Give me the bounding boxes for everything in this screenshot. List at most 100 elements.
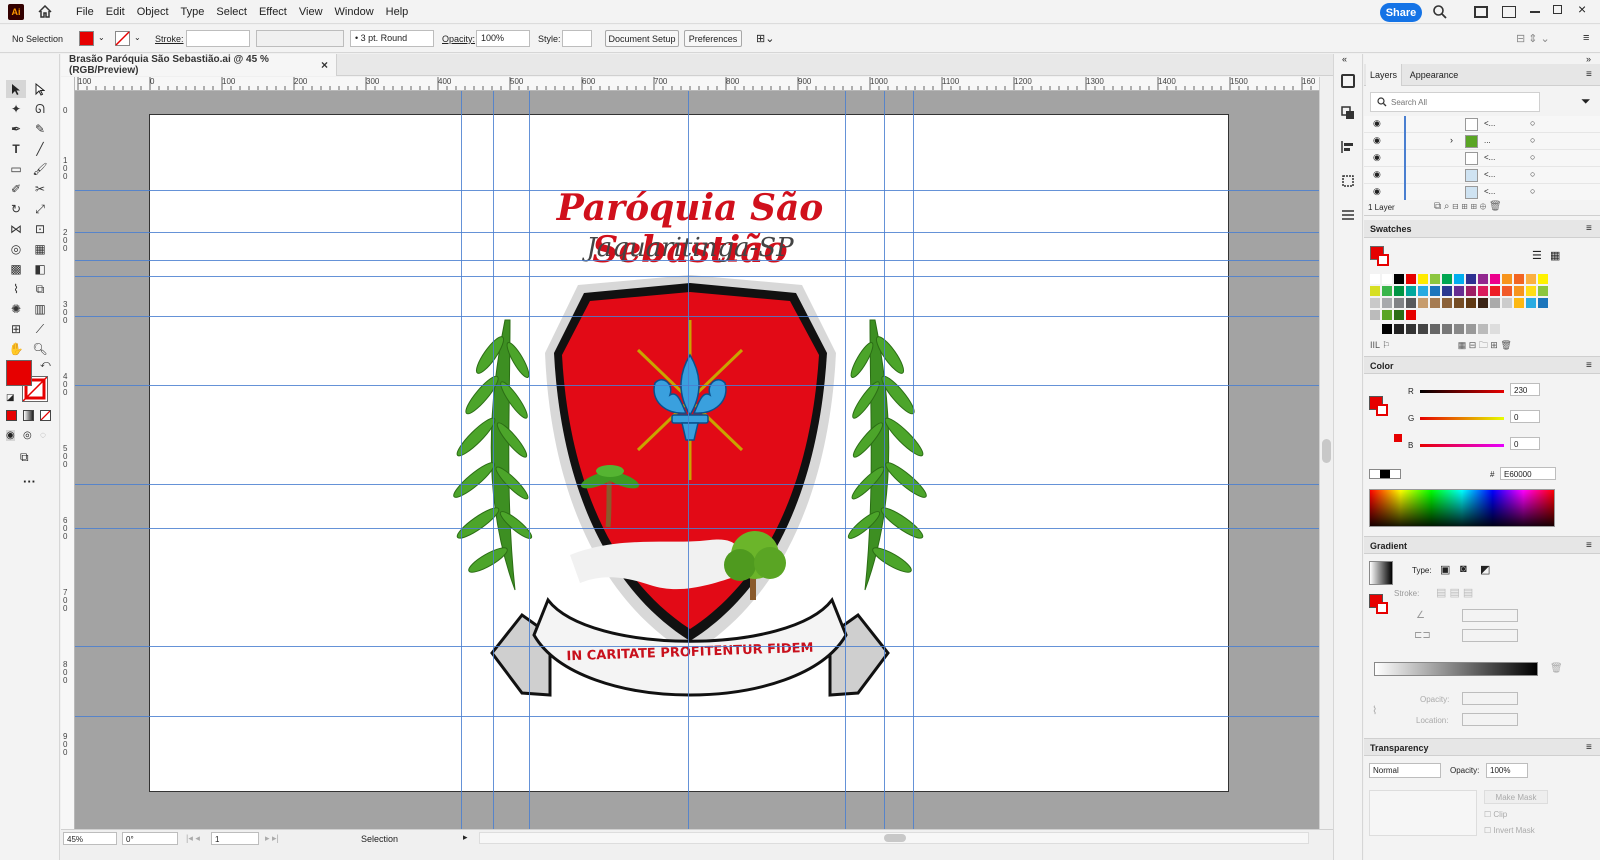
swatch[interactable] [1406,274,1416,284]
swatch[interactable] [1466,298,1476,308]
linear-gradient-icon[interactable]: ▣ [1440,563,1450,576]
gradient-preview[interactable] [1369,561,1393,585]
rotation-select[interactable]: 0° [122,832,178,845]
r-slider[interactable] [1420,390,1504,393]
document-setup-button[interactable]: Document Setup [605,30,679,47]
transparency-opacity-field[interactable]: 100% [1486,763,1528,778]
swatch[interactable] [1406,310,1416,320]
guide-vertical[interactable] [688,91,689,829]
blend-tool-icon[interactable]: ⧉ [30,280,50,298]
swatch[interactable] [1502,286,1512,296]
swatch[interactable] [1442,274,1452,284]
swatch[interactable] [1418,298,1428,308]
swatch[interactable] [1502,274,1512,284]
panel-menu-icon[interactable]: ≡ [1586,69,1592,80]
swatch[interactable] [1382,298,1392,308]
swatch[interactable] [1490,324,1500,334]
layer-row[interactable]: ◉ <... ○ [1364,184,1600,200]
paintbrush-tool-icon[interactable]: 🖌 [30,160,50,178]
screen-mode-icon[interactable]: ⧉ [20,450,29,465]
panel-menu-icon[interactable]: ≡ [1586,742,1592,753]
target-icon[interactable]: ○ [1530,118,1535,128]
shape-builder-tool-icon[interactable]: ◎ [6,240,26,258]
eye-icon[interactable]: ◉ [1373,152,1381,163]
swatch[interactable] [1466,324,1476,334]
menu-help[interactable]: Help [380,6,415,18]
stroke-gradient-options-icon[interactable]: ▤ ▤ ▤ [1436,586,1473,599]
swatch[interactable] [1538,286,1548,296]
menu-type[interactable]: Type [175,6,211,18]
swatch[interactable] [1454,286,1464,296]
guide-horizontal[interactable] [75,276,1319,277]
guide-vertical[interactable] [461,91,462,829]
swatch[interactable] [1442,298,1452,308]
stroke-swatch[interactable] [115,31,130,46]
none-mode-icon[interactable] [40,410,51,421]
swatch[interactable] [1418,324,1428,334]
stroke-weight-field[interactable] [186,30,250,47]
column-graph-tool-icon[interactable]: ▥ [30,300,50,318]
swatch[interactable] [1418,286,1428,296]
search-icon[interactable] [1432,4,1448,23]
artboard-tool-icon[interactable]: ⊞ [6,320,26,338]
swatch[interactable] [1526,298,1536,308]
swatch[interactable] [1430,274,1440,284]
guide-horizontal[interactable] [75,232,1319,233]
panel-menu-icon[interactable]: ≡ [1586,360,1592,371]
swatch[interactable] [1490,286,1500,296]
curvature-tool-icon[interactable]: ✎ [30,120,50,138]
menu-file[interactable]: File [70,6,100,18]
swatch[interactable] [1430,286,1440,296]
direct-selection-tool-icon[interactable] [30,80,50,98]
hex-field[interactable]: E60000 [1500,467,1556,480]
swatch[interactable] [1406,286,1416,296]
expand-icon[interactable]: › [1450,135,1453,145]
layers-icon[interactable] [1341,106,1355,120]
g-slider[interactable] [1420,417,1504,420]
minimize-icon[interactable] [1530,11,1540,13]
menu-object[interactable]: Object [131,6,175,18]
color-spectrum[interactable] [1369,489,1555,527]
guide-vertical[interactable] [529,91,530,829]
rotate-tool-icon[interactable]: ↻ [6,200,26,218]
swatch[interactable] [1430,324,1440,334]
close-tab-icon[interactable]: × [321,58,328,72]
fill-color-box[interactable] [6,360,32,386]
radial-gradient-icon[interactable]: ◙ [1460,563,1467,575]
layer-name[interactable]: <... [1484,119,1495,128]
guide-horizontal[interactable] [75,716,1319,717]
swatch[interactable] [1370,298,1380,308]
free-transform-tool-icon[interactable]: ⊡ [30,220,50,238]
layer-row[interactable]: ◉ <... ○ [1364,116,1600,133]
opacity-field[interactable]: 100% [476,30,530,47]
draw-behind-icon[interactable]: ◎ [23,430,32,441]
swatch-actions-icon[interactable]: IIL ⚐ ▦ ⊟ 🗀 ⊞ 🗑︎ [1370,338,1512,354]
draw-normal-icon[interactable]: ◉ [6,430,15,441]
scale-tool-icon[interactable]: ⤢ [30,200,50,218]
vertical-ruler[interactable]: 0 1 0 0 2 0 0 3 0 0 4 0 0 5 0 0 6 0 0 7 … [61,77,75,829]
variable-width-select[interactable] [256,30,344,47]
swatch[interactable] [1394,310,1404,320]
swatch[interactable] [1370,286,1380,296]
magic-wand-tool-icon[interactable]: ✦ [6,100,26,118]
stop-location-field[interactable] [1462,713,1518,726]
layer-row[interactable]: ◉ › ... ○ [1364,133,1600,150]
make-mask-button[interactable]: Make Mask [1484,790,1548,804]
slice-tool-icon[interactable]: ⟋ [30,320,50,338]
color-mode-icon[interactable] [6,410,17,421]
swatch[interactable] [1502,298,1512,308]
swatch[interactable] [1370,310,1380,320]
swatch[interactable] [1526,274,1536,284]
guide-horizontal[interactable] [75,260,1319,261]
swatch[interactable] [1370,274,1380,284]
swap-fill-stroke-icon[interactable]: ⤺ [40,359,51,370]
draw-inside-icon[interactable]: ◌ [40,430,46,441]
close-window-icon[interactable]: × [1578,1,1586,17]
guide-vertical[interactable] [845,91,846,829]
swatch[interactable] [1430,298,1440,308]
target-icon[interactable]: ○ [1530,169,1535,179]
gradient-slider[interactable] [1374,662,1538,676]
document-tab[interactable]: Brasão Paróquia São Sebastião.ai @ 45 % … [61,54,337,76]
scroll-thumb[interactable] [884,834,906,842]
scissors-tool-icon[interactable]: ✂ [30,180,50,198]
